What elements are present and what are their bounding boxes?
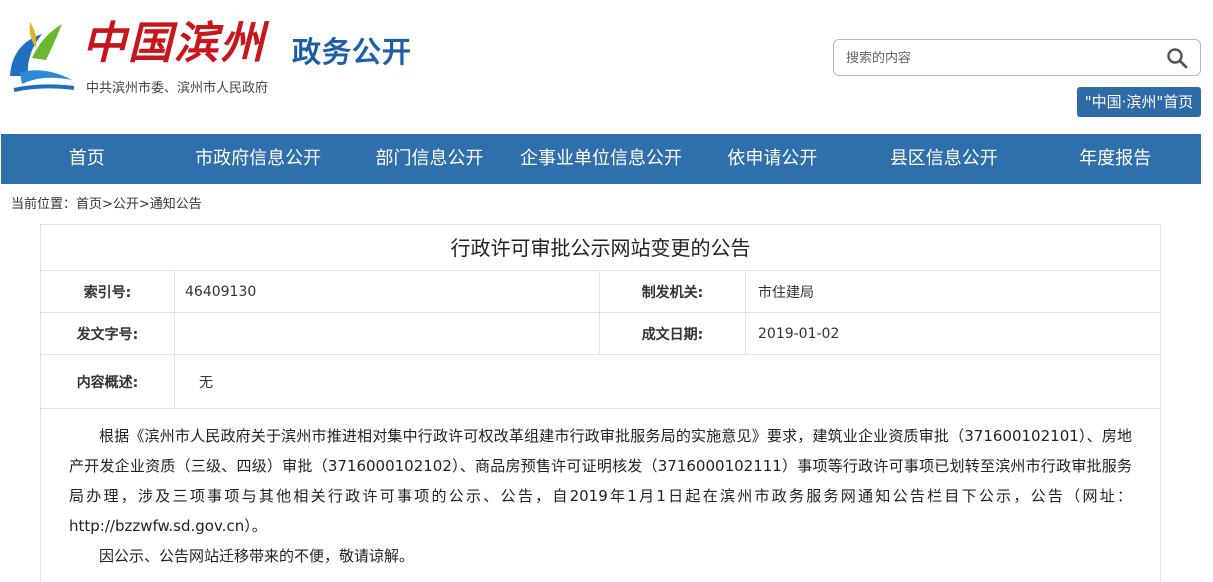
summary-label: 内容概述: [41, 355, 175, 408]
nav-item-county-info[interactable]: 县区信息公开 [858, 134, 1029, 184]
nav-item-annual-report[interactable]: 年度报告 [1030, 134, 1201, 184]
main-nav: 首页 市政府信息公开 部门信息公开 企事业单位信息公开 依申请公开 县区信息公开… [1, 134, 1201, 184]
docno-label: 发文字号: [41, 313, 175, 354]
site-header: 中国滨州 政务公开 中共滨州市委、滨州市人民政府 "中国·滨州"首页 [0, 0, 1213, 134]
site-title: 政务公开 [292, 35, 413, 69]
article-panel: 行政许可审批公示网站变更的公告 索引号: 46409130 制发机关: 市住建局… [40, 224, 1161, 582]
binzhou-logo-icon [10, 22, 75, 92]
nav-item-enterprise-info[interactable]: 企事业单位信息公开 [515, 134, 686, 184]
issuer-label: 制发机关: [600, 271, 746, 312]
breadcrumb: 当前位置：首页>公开>通知公告 [11, 197, 202, 212]
article-paragraph: 根据《滨州市人民政府关于滨州市推进相对集中行政许可权改革组建市行政审批服务局的实… [69, 427, 1132, 535]
article-body: 根据《滨州市人民政府关于滨州市推进相对集中行政许可权改革组建市行政审批服务局的实… [41, 409, 1160, 571]
date-value: 2019-01-02 [758, 325, 840, 342]
search-input[interactable] [846, 48, 1146, 68]
nav-item-dept-info[interactable]: 部门信息公开 [344, 134, 515, 184]
docno-value [175, 313, 600, 354]
issuer-value: 市住建局 [758, 284, 814, 301]
china-binzhou-home-link[interactable]: "中国·滨州"首页 [1077, 87, 1201, 117]
article-paragraph: 因公示、公告网站迁移带来的不便，敬请谅解。 [99, 547, 415, 565]
article-title: 行政许可审批公示网站变更的公告 [41, 225, 1160, 271]
nav-item-on-request[interactable]: 依申请公开 [687, 134, 858, 184]
meta-row: 发文字号: 成文日期: 2019-01-02 [41, 313, 1160, 355]
index-label: 索引号: [41, 271, 175, 312]
nav-item-city-gov-info[interactable]: 市政府信息公开 [172, 134, 343, 184]
nav-item-home[interactable]: 首页 [1, 134, 172, 184]
logo-text: 中国滨州 [82, 18, 266, 69]
index-value: 46409130 [175, 271, 600, 312]
meta-row: 内容概述: 无 [41, 355, 1160, 409]
search-box [833, 39, 1201, 76]
site-subtitle: 中共滨州市委、滨州市人民政府 [86, 81, 269, 96]
meta-row: 索引号: 46409130 制发机关: 市住建局 [41, 271, 1160, 313]
summary-value: 无 [199, 374, 213, 391]
search-icon[interactable] [1166, 47, 1188, 69]
date-label: 成文日期: [600, 313, 746, 354]
